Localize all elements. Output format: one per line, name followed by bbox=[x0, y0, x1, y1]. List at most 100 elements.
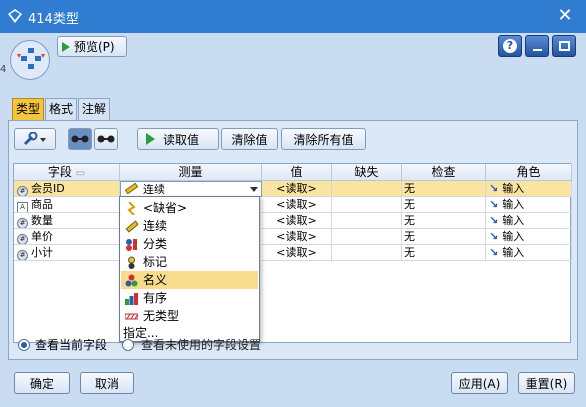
reset-button[interactable]: 重置(R) bbox=[518, 372, 575, 394]
glasses-icon bbox=[97, 135, 115, 143]
tools-menu-button[interactable] bbox=[14, 128, 56, 150]
measure-value: 连续 bbox=[143, 183, 165, 196]
flag-icon bbox=[128, 256, 135, 269]
measure-option-nominal[interactable]: 名义 bbox=[121, 271, 258, 289]
input-arrow-icon: ↘ bbox=[489, 246, 499, 259]
play-icon bbox=[146, 133, 155, 145]
role-cell[interactable]: ↘ 输入 bbox=[486, 197, 572, 213]
continuous-icon bbox=[125, 220, 138, 233]
cancel-button[interactable]: 取消 bbox=[80, 372, 134, 394]
value-cell[interactable]: <读取> bbox=[262, 229, 332, 245]
play-icon bbox=[62, 41, 70, 52]
input-arrow-icon: ↘ bbox=[489, 230, 499, 243]
role-cell[interactable]: ↘ 输入 bbox=[486, 245, 572, 261]
role-cell[interactable]: ↘ 输入 bbox=[486, 181, 572, 197]
missing-cell[interactable] bbox=[332, 213, 402, 229]
preview-button[interactable]: 预览(P) bbox=[57, 36, 127, 57]
input-arrow-icon: ↘ bbox=[489, 214, 499, 227]
field-name: 数量 bbox=[31, 214, 53, 227]
continuous-field-icon: # bbox=[17, 234, 28, 244]
check-cell[interactable]: 无 bbox=[402, 181, 486, 197]
background-fragment: 4 bbox=[0, 64, 7, 75]
ordinal-icon bbox=[125, 293, 138, 305]
default-icon bbox=[127, 202, 136, 215]
radio-unselected[interactable] bbox=[122, 338, 134, 351]
missing-cell[interactable] bbox=[332, 197, 402, 213]
chevron-down-icon bbox=[250, 187, 258, 192]
column-header-missing[interactable]: 缺失 bbox=[332, 164, 402, 181]
minimize-button[interactable] bbox=[525, 35, 549, 57]
column-header-value[interactable]: 值 bbox=[262, 164, 332, 181]
continuous-field-icon: # bbox=[17, 186, 28, 196]
glasses-icon bbox=[71, 135, 89, 143]
measure-option-typeless[interactable]: 无类型 bbox=[121, 307, 258, 325]
apply-button[interactable]: 应用(A) bbox=[451, 372, 508, 394]
missing-cell[interactable] bbox=[332, 181, 402, 197]
close-window-button[interactable]: ✕ bbox=[554, 5, 576, 27]
window-title: 414类型 bbox=[28, 12, 79, 27]
nominal-icon bbox=[125, 274, 138, 287]
continuous-field-icon: # bbox=[17, 218, 28, 228]
maximize-button[interactable] bbox=[552, 35, 576, 57]
value-cell[interactable]: <读取> bbox=[262, 181, 332, 197]
tab-annotation[interactable]: 注解 bbox=[78, 98, 111, 120]
type-node-icon bbox=[10, 40, 50, 80]
measure-option-continuous[interactable]: 连续 bbox=[121, 217, 258, 235]
radio-selected[interactable] bbox=[18, 338, 30, 351]
view-current-fields-option[interactable]: 查看当前字段 bbox=[18, 336, 107, 353]
column-header-role[interactable]: 角色 bbox=[486, 164, 572, 181]
check-cell[interactable]: 无 bbox=[402, 213, 486, 229]
check-cell[interactable]: 无 bbox=[402, 245, 486, 261]
field-name: 单价 bbox=[31, 230, 53, 243]
maximize-icon bbox=[558, 41, 570, 51]
wrench-icon bbox=[23, 132, 46, 146]
role-cell[interactable]: ↘ 输入 bbox=[486, 213, 572, 229]
measure-option-ordinal[interactable]: 有序 bbox=[121, 289, 258, 307]
column-header-check[interactable]: 检查 bbox=[402, 164, 486, 181]
help-button[interactable]: ? bbox=[498, 35, 522, 57]
missing-cell[interactable] bbox=[332, 229, 402, 245]
help-icon: ? bbox=[503, 39, 517, 53]
value-cell[interactable]: <读取> bbox=[262, 245, 332, 261]
continuous-field-icon: # bbox=[17, 250, 28, 260]
diamond-app-icon bbox=[8, 9, 22, 23]
measure-option-default[interactable]: <缺省> bbox=[121, 199, 258, 217]
ruler-icon bbox=[124, 182, 139, 195]
categorical-icon bbox=[126, 239, 137, 251]
string-field-icon: A bbox=[17, 202, 28, 212]
value-cell[interactable]: <读取> bbox=[262, 197, 332, 213]
minimize-icon bbox=[532, 49, 542, 51]
role-cell[interactable]: ↘ 输入 bbox=[486, 229, 572, 245]
missing-cell[interactable] bbox=[332, 245, 402, 261]
field-name: 会员ID bbox=[31, 182, 65, 195]
window-control-group: ? bbox=[498, 35, 576, 57]
measure-option-flag[interactable]: 标记 bbox=[121, 253, 258, 271]
check-cell[interactable]: 无 bbox=[402, 197, 486, 213]
tab-type[interactable]: 类型 bbox=[12, 98, 45, 120]
field-name: 小计 bbox=[31, 246, 53, 259]
value-cell[interactable]: <读取> bbox=[262, 213, 332, 229]
ok-button[interactable]: 确定 bbox=[14, 372, 70, 394]
read-values-label: 读取值 bbox=[163, 132, 200, 147]
column-header-measure[interactable]: 测量 bbox=[120, 164, 262, 181]
input-arrow-icon: ↘ bbox=[489, 198, 499, 211]
clear-all-values-button[interactable]: 清除所有值 bbox=[281, 128, 366, 150]
measure-dropdown-list: <缺省> 连续 分类 标记 名义 有序 无类型 指定... bbox=[119, 196, 260, 342]
check-cell[interactable]: 无 bbox=[402, 229, 486, 245]
input-arrow-icon: ↘ bbox=[489, 182, 499, 195]
clear-values-button[interactable]: 清除值 bbox=[221, 128, 278, 150]
preview-label: 预览(P) bbox=[74, 40, 115, 54]
typeless-icon bbox=[125, 313, 138, 320]
measure-combo[interactable]: 连续 bbox=[120, 181, 262, 197]
view-settings-toggle[interactable] bbox=[68, 128, 92, 150]
tab-strip: 类型 格式 注解 bbox=[12, 98, 111, 120]
title-bar: 414类型 ✕ bbox=[0, 0, 586, 33]
view-unused-toggle[interactable] bbox=[94, 128, 118, 150]
field-table: 字段 ▭ 测量 值 缺失 检查 角色 # 会员ID 连续 <读取> 无 ↘ 输入 A… bbox=[13, 163, 572, 343]
tab-format[interactable]: 格式 bbox=[45, 98, 78, 120]
field-name: 商品 bbox=[31, 198, 53, 211]
measure-option-categorical[interactable]: 分类 bbox=[121, 235, 258, 253]
column-header-field[interactable]: 字段 ▭ bbox=[14, 164, 120, 181]
view-unused-fields-option[interactable]: 查看未使用的字段设置 bbox=[122, 336, 261, 353]
read-values-button[interactable]: 读取值 bbox=[137, 128, 219, 150]
